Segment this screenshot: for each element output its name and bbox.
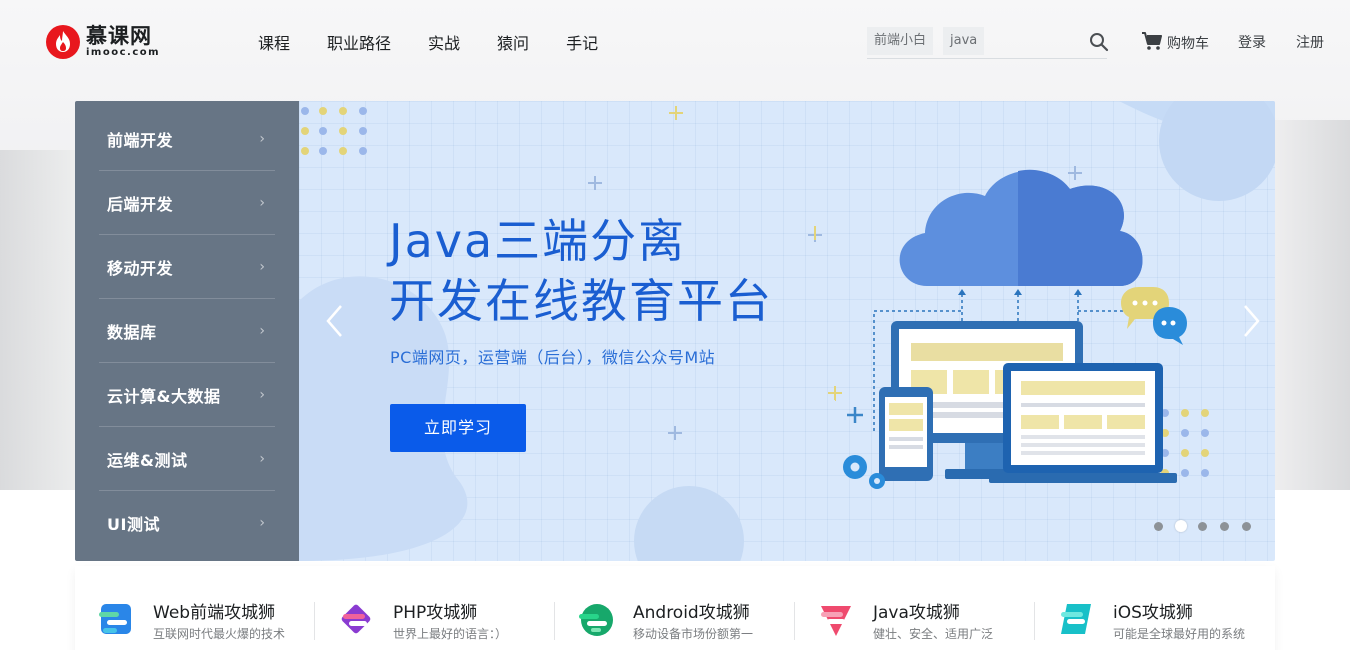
devices-cloud-illustration bbox=[835, 169, 1187, 489]
chevron-right-icon: › bbox=[259, 387, 265, 403]
flame-icon bbox=[46, 25, 80, 59]
hero-banner: 前端开发 › 后端开发 › 移动开发 › 数据库 › 云计算&大数据 › 运维&… bbox=[75, 101, 1275, 561]
php-icon bbox=[341, 604, 371, 634]
carousel-dots bbox=[1154, 520, 1264, 532]
career-categories: Web前端攻城狮 互联网时代最火爆的技术 PHP攻城狮 世界上最好的语言：） A… bbox=[75, 566, 1275, 650]
category-desc: 世界上最好的语言：） bbox=[393, 627, 508, 641]
carousel-dot[interactable] bbox=[1242, 521, 1251, 531]
category-desc: 健壮、安全、适用广泛 bbox=[873, 627, 994, 641]
sidebar-item-mobile[interactable]: 移动开发 › bbox=[99, 235, 275, 299]
nav-item-courses[interactable]: 课程 bbox=[258, 30, 290, 54]
search-icon[interactable] bbox=[1089, 32, 1109, 56]
chevron-right-icon: › bbox=[259, 451, 265, 467]
sidebar-item-label: 云计算&大数据 bbox=[107, 386, 221, 406]
web-frontend-icon bbox=[99, 604, 131, 634]
carousel-dot[interactable] bbox=[1198, 521, 1207, 531]
sidebar-item-backend[interactable]: 后端开发 › bbox=[99, 171, 275, 235]
sidebar-item-frontend[interactable]: 前端开发 › bbox=[99, 107, 275, 171]
chevron-right-icon: › bbox=[259, 195, 265, 211]
category-desc: 互联网时代最火爆的技术 bbox=[153, 627, 286, 641]
carousel-dot-active[interactable] bbox=[1175, 520, 1187, 532]
chevron-right-icon: › bbox=[259, 515, 265, 531]
search-box[interactable]: 前端小白 java bbox=[867, 27, 1109, 59]
category-title: Web前端攻城狮 bbox=[153, 603, 276, 623]
nav-item-notes[interactable]: 手记 bbox=[566, 30, 598, 54]
sidebar-item-label: 移动开发 bbox=[107, 258, 174, 278]
sidebar-item-label: 后端开发 bbox=[107, 194, 174, 214]
category-web-frontend[interactable]: Web前端攻城狮 互联网时代最火爆的技术 bbox=[75, 596, 315, 646]
sidebar-item-cloud-bigdata[interactable]: 云计算&大数据 › bbox=[99, 363, 275, 427]
carousel-dot[interactable] bbox=[1220, 521, 1229, 531]
category-php[interactable]: PHP攻城狮 世界上最好的语言：） bbox=[315, 596, 555, 646]
category-title: Java攻城狮 bbox=[873, 603, 960, 623]
cart-link[interactable]: 购物车 bbox=[1141, 31, 1209, 55]
sidebar-item-label: UI测试 bbox=[107, 515, 160, 534]
chevron-right-icon: › bbox=[259, 323, 265, 339]
category-title: Android攻城狮 bbox=[633, 603, 750, 623]
nav-item-practice[interactable]: 实战 bbox=[428, 30, 460, 54]
banner-subtitle: PC端网页，运营端（后台），微信公众号M站 bbox=[390, 348, 716, 367]
category-android[interactable]: Android攻城狮 移动设备市场份额第一 bbox=[555, 596, 795, 646]
category-desc: 可能是全球最好用的系统 bbox=[1113, 627, 1246, 641]
learn-now-button[interactable]: 立即学习 bbox=[390, 404, 526, 452]
logo[interactable]: 慕课网 imooc.com bbox=[46, 22, 166, 62]
login-link[interactable]: 登录 bbox=[1238, 32, 1266, 52]
ios-icon bbox=[1061, 604, 1091, 634]
next-slide-arrow-icon[interactable] bbox=[1241, 303, 1261, 343]
banner-title-line1: Java三端分离 bbox=[389, 214, 687, 268]
category-sidebar: 前端开发 › 后端开发 › 移动开发 › 数据库 › 云计算&大数据 › 运维&… bbox=[75, 101, 299, 561]
android-icon bbox=[579, 604, 613, 636]
cart-icon bbox=[1141, 31, 1163, 55]
sidebar-item-label: 前端开发 bbox=[107, 130, 174, 150]
nav-item-qa[interactable]: 猿问 bbox=[497, 30, 529, 54]
logo-domain: imooc.com bbox=[86, 47, 161, 58]
java-icon bbox=[821, 606, 851, 636]
prev-slide-arrow-icon[interactable] bbox=[325, 303, 345, 343]
sidebar-item-label: 数据库 bbox=[107, 322, 157, 342]
main-nav: 课程 职业路径 实战 猿问 手记 bbox=[258, 30, 635, 54]
header: 慕课网 imooc.com 课程 职业路径 实战 猿问 手记 前端小白 java bbox=[0, 0, 1350, 82]
search-tag-java[interactable]: java bbox=[943, 27, 985, 55]
sidebar-item-database[interactable]: 数据库 › bbox=[99, 299, 275, 363]
category-title: iOS攻城狮 bbox=[1113, 603, 1193, 623]
sidebar-item-ops-testing[interactable]: 运维&测试 › bbox=[99, 427, 275, 491]
sidebar-item-ui-testing[interactable]: UI测试 › bbox=[99, 491, 275, 555]
carousel-dot[interactable] bbox=[1154, 521, 1163, 531]
chevron-right-icon: › bbox=[259, 259, 265, 275]
category-java[interactable]: Java攻城狮 健壮、安全、适用广泛 bbox=[795, 596, 1035, 646]
banner-slide[interactable]: Java三端分离 开发在线教育平台 PC端网页，运营端（后台），微信公众号M站 … bbox=[299, 101, 1275, 561]
search-tag-frontend[interactable]: 前端小白 bbox=[867, 27, 934, 55]
logo-name: 慕课网 bbox=[86, 24, 152, 48]
category-ios[interactable]: iOS攻城狮 可能是全球最好用的系统 bbox=[1035, 596, 1275, 646]
category-title: PHP攻城狮 bbox=[393, 603, 478, 623]
sidebar-item-label: 运维&测试 bbox=[107, 450, 188, 470]
banner-title-line2: 开发在线教育平台 bbox=[389, 274, 773, 328]
chevron-right-icon: › bbox=[259, 131, 265, 147]
nav-item-career-path[interactable]: 职业路径 bbox=[327, 30, 391, 54]
category-desc: 移动设备市场份额第一 bbox=[633, 627, 754, 641]
register-link[interactable]: 注册 bbox=[1296, 32, 1324, 52]
cart-label: 购物车 bbox=[1167, 36, 1209, 52]
